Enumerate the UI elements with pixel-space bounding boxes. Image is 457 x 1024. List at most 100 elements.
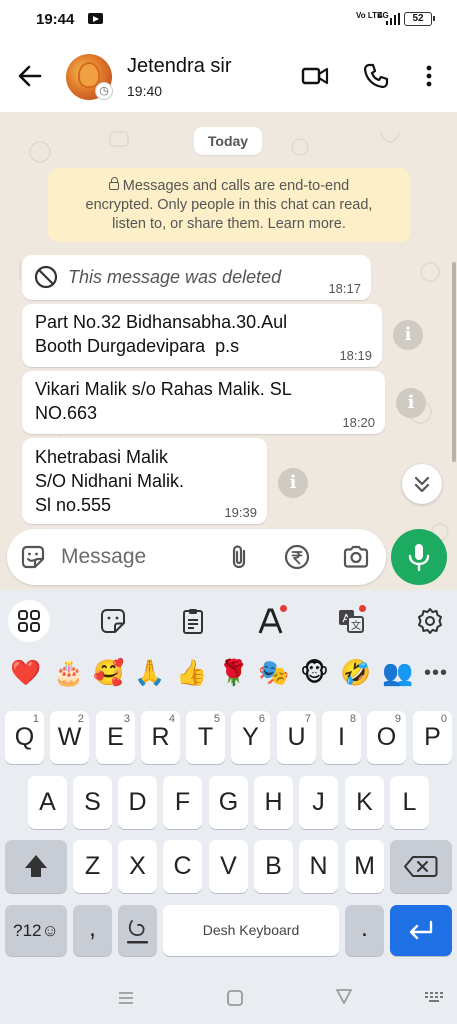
emoji-suggestion[interactable]: 🌹 <box>218 658 249 688</box>
notification-dot <box>280 605 287 612</box>
more-options-icon[interactable] <box>415 62 443 90</box>
key-b[interactable]: B <box>254 840 293 893</box>
lock-icon <box>108 177 119 190</box>
emoji-switch-key[interactable] <box>118 905 157 956</box>
key-m[interactable]: M <box>345 840 384 893</box>
comma-key[interactable]: , <box>73 905 112 956</box>
shift-key[interactable] <box>5 840 67 893</box>
emoji-suggestion[interactable]: 👥 <box>382 658 413 688</box>
emoji-suggestion[interactable]: 🤣 <box>340 658 371 688</box>
deleted-icon <box>34 265 58 289</box>
key-f[interactable]: F <box>163 776 202 829</box>
key-t[interactable]: 5T <box>186 711 225 764</box>
settings-gear-icon[interactable] <box>415 606 445 636</box>
backspace-key[interactable] <box>390 840 452 893</box>
message-text: Part No.32 Bidhansabha.30.Aul Booth Durg… <box>35 312 288 356</box>
emoji-suggestion[interactable]: 🐵 <box>300 658 329 688</box>
key-x[interactable]: X <box>118 840 157 893</box>
microphone-icon <box>408 544 430 572</box>
system-nav-bar <box>0 980 457 1024</box>
key-o[interactable]: 9O <box>367 711 406 764</box>
key-p[interactable]: 0P <box>413 711 452 764</box>
message-text: Khetrabasi Malik S/O Nidhani Malik. Sl n… <box>35 447 185 515</box>
symbols-key[interactable]: ?12☺ <box>5 905 67 956</box>
key-j[interactable]: J <box>299 776 338 829</box>
key-c[interactable]: C <box>163 840 202 893</box>
emoji-suggestion[interactable]: 🎂 <box>53 658 84 688</box>
more-emoji-icon[interactable]: ••• <box>424 662 448 685</box>
key-g[interactable]: G <box>209 776 248 829</box>
camera-icon[interactable] <box>342 543 370 571</box>
battery-icon: 52 <box>404 12 435 26</box>
message-bubble[interactable]: Vikari Malik s/o Rahas Malik. SL NO.663 … <box>22 371 385 434</box>
payment-rupee-icon[interactable] <box>283 543 311 571</box>
key-a[interactable]: A <box>28 776 67 829</box>
key-i[interactable]: 8I <box>322 711 361 764</box>
encryption-notice[interactable]: Messages and calls are end-to-end encryp… <box>48 168 410 242</box>
keyboard-hide-icon[interactable] <box>424 990 446 1006</box>
emoji-suggestion[interactable]: 🙏 <box>134 658 165 688</box>
key-d[interactable]: D <box>118 776 157 829</box>
enter-arrow-icon <box>409 920 433 940</box>
status-bar: 19:44 Vo LTE 4G 52 <box>0 0 457 40</box>
date-chip: Today <box>194 127 262 155</box>
keyboard-apps-button[interactable] <box>8 600 50 642</box>
clipboard-icon[interactable] <box>178 606 208 636</box>
video-call-icon[interactable] <box>301 62 329 90</box>
key-k[interactable]: K <box>345 776 384 829</box>
message-bubble[interactable]: Khetrabasi Malik S/O Nidhani Malik. Sl n… <box>22 438 267 524</box>
emoji-toggle-icon <box>127 920 148 944</box>
message-time: 18:17 <box>328 281 361 296</box>
emoji-suggestion[interactable]: ❤️ <box>10 658 41 688</box>
keyboard: A 文 ❤️ 🎂 🥰 🙏 👍 🌹 🎭 🐵 🤣 👥 ••• 1Q 2W 3E 4R… <box>0 590 457 1024</box>
key-r[interactable]: 4R <box>141 711 180 764</box>
attachment-icon[interactable] <box>225 543 253 571</box>
voice-call-icon[interactable] <box>362 62 390 90</box>
message-composer[interactable]: Message <box>7 529 386 585</box>
message-text: Vikari Malik s/o Rahas Malik. SL NO.663 <box>35 379 292 423</box>
backspace-icon <box>404 856 438 877</box>
key-v[interactable]: V <box>209 840 248 893</box>
message-input[interactable]: Message <box>61 545 146 569</box>
emoji-suggestion[interactable]: 🥰 <box>93 658 124 688</box>
message-bubble[interactable]: This message was deleted 18:17 <box>22 255 371 300</box>
status-time: 19:44 <box>36 11 75 28</box>
key-n[interactable]: N <box>299 840 338 893</box>
space-bar[interactable]: Desh Keyboard <box>163 905 339 956</box>
emoji-suggestion[interactable]: 👍 <box>176 658 207 688</box>
chat-header: ◷ Jetendra sir 19:40 <box>0 40 457 112</box>
message-time: 18:20 <box>342 415 375 430</box>
last-seen: 19:40 <box>127 83 163 99</box>
key-q[interactable]: 1Q <box>5 711 44 764</box>
chat-scrollbar[interactable] <box>452 262 456 462</box>
key-y[interactable]: 6Y <box>231 711 270 764</box>
key-w[interactable]: 2W <box>50 711 89 764</box>
info-icon[interactable]: i <box>393 320 423 350</box>
message-bubble[interactable]: Part No.32 Bidhansabha.30.Aul Booth Durg… <box>22 304 382 367</box>
key-s[interactable]: S <box>73 776 112 829</box>
message-time: 19:39 <box>224 505 257 520</box>
signal-icon <box>386 13 400 25</box>
contact-name[interactable]: Jetendra sir <box>127 55 232 78</box>
recent-apps-icon[interactable] <box>116 988 136 1008</box>
info-icon[interactable]: i <box>278 468 308 498</box>
key-l[interactable]: L <box>390 776 429 829</box>
key-e[interactable]: 3E <box>96 711 135 764</box>
back-nav-icon[interactable] <box>334 986 354 1006</box>
voice-message-button[interactable] <box>391 529 447 585</box>
disappearing-timer-icon: ◷ <box>95 82 113 100</box>
info-icon[interactable]: i <box>396 388 426 418</box>
period-key[interactable]: . <box>345 905 384 956</box>
key-u[interactable]: 7U <box>277 711 316 764</box>
enter-key[interactable] <box>390 905 452 956</box>
emoji-suggestion[interactable]: 🎭 <box>258 658 289 688</box>
key-z[interactable]: Z <box>73 840 112 893</box>
scroll-to-bottom-button[interactable] <box>402 464 442 504</box>
home-icon[interactable] <box>225 988 245 1008</box>
key-h[interactable]: H <box>254 776 293 829</box>
sticker-icon[interactable] <box>19 543 47 571</box>
svg-text:文: 文 <box>351 619 361 632</box>
back-arrow-icon[interactable] <box>16 62 44 90</box>
sticker-icon[interactable] <box>98 606 128 636</box>
message-time: 18:19 <box>339 348 372 363</box>
